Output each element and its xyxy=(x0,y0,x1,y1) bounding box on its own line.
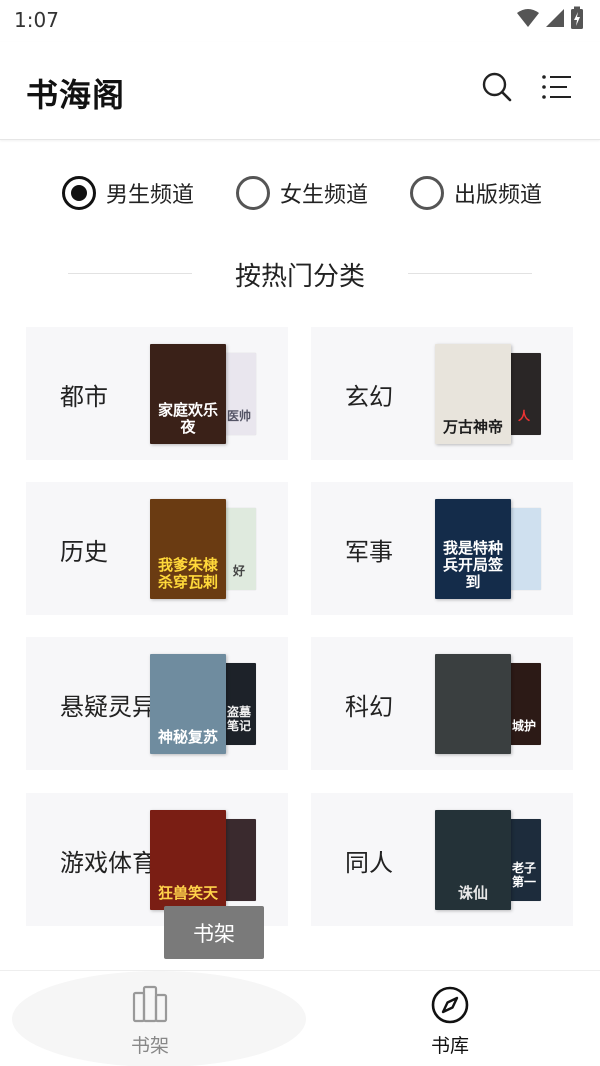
cover-title: 诛仙 xyxy=(457,884,488,902)
category-card-tongren[interactable]: 同人 老子第一 诛仙 xyxy=(311,793,573,926)
book-cover-front: 家庭欢乐夜 xyxy=(150,344,226,444)
app-title: 书海阁 xyxy=(26,76,126,114)
category-label: 都市 xyxy=(60,383,108,411)
category-label: 同人 xyxy=(345,849,393,877)
category-card-xuanyi[interactable]: 悬疑灵异 盗墓笔记 神秘复苏 xyxy=(26,637,288,770)
channel-selector: 男生频道 女生频道 出版频道 xyxy=(0,168,600,218)
cover-title: 好 xyxy=(232,564,245,578)
status-time: 1:07 xyxy=(14,8,59,32)
cover-title: 家庭欢乐夜 xyxy=(157,401,218,436)
section-title: 按热门分类 xyxy=(234,262,365,292)
book-cover-back xyxy=(222,819,256,901)
bookshelf-icon xyxy=(130,985,170,1025)
nav-label: 书库 xyxy=(430,1035,469,1057)
book-cover-back: 盗墓笔记 xyxy=(222,663,256,745)
book-cover-back: 人 xyxy=(507,353,541,435)
divider xyxy=(408,273,532,274)
menu-button[interactable] xyxy=(540,72,574,106)
category-label: 军事 xyxy=(345,538,393,566)
menu-list-icon xyxy=(541,73,573,105)
category-card-junshi[interactable]: 军事 我是特种兵开局签到 xyxy=(311,482,573,615)
category-card-lishi[interactable]: 历史 好 我爹朱棣杀穿瓦剌 xyxy=(26,482,288,615)
book-cover-back: 城护 xyxy=(507,663,541,745)
cover-title: 医帅 xyxy=(226,409,251,423)
wifi-icon xyxy=(516,7,540,33)
battery-charging-icon xyxy=(570,6,584,34)
book-cover-back xyxy=(507,508,541,590)
category-label: 科幻 xyxy=(345,693,393,721)
category-card-xuanhuan[interactable]: 玄幻 人 万古神帝 xyxy=(311,327,573,460)
radio-unchecked-icon[interactable] xyxy=(410,176,444,210)
book-cover-front: 我是特种兵开局签到 xyxy=(435,499,511,599)
nav-label: 书架 xyxy=(130,1035,169,1057)
cover-title: 我是特种兵开局签到 xyxy=(442,539,503,591)
channel-label: 出版频道 xyxy=(454,183,543,208)
cover-title: 万古神帝 xyxy=(442,418,503,436)
tooltip: 书架 xyxy=(164,906,264,959)
channel-label: 女生频道 xyxy=(280,183,369,208)
cover-title: 狂兽笑天 xyxy=(157,884,218,902)
cover-title: 盗墓笔记 xyxy=(226,705,251,733)
book-cover-front: 万古神帝 xyxy=(435,344,511,444)
category-label: 历史 xyxy=(60,538,108,566)
cover-title: 城护 xyxy=(511,719,536,733)
signal-icon xyxy=(544,7,566,33)
section-heading: 按热门分类 xyxy=(0,252,600,296)
divider xyxy=(68,273,192,274)
nav-item-bookshelf[interactable]: 书架 xyxy=(0,971,306,1066)
book-cover-front: 我爹朱棣杀穿瓦剌 xyxy=(150,499,226,599)
category-card-kehuan[interactable]: 科幻 城护 xyxy=(311,637,573,770)
app-header: 书海阁 xyxy=(0,42,600,140)
status-icons xyxy=(516,6,584,34)
status-bar: 1:07 xyxy=(0,0,600,42)
cover-title: 人 xyxy=(517,409,530,423)
book-cover-back: 好 xyxy=(222,508,256,590)
category-card-dushi[interactable]: 都市 医帅 家庭欢乐夜 xyxy=(26,327,288,460)
book-cover-front: 狂兽笑天 xyxy=(150,810,226,910)
search-button[interactable] xyxy=(480,72,514,106)
book-cover-front: 诛仙 xyxy=(435,810,511,910)
book-cover-back: 医帅 xyxy=(222,353,256,435)
channel-female[interactable]: 女生频道 xyxy=(236,176,368,210)
radio-checked-icon[interactable] xyxy=(62,176,96,210)
channel-publish[interactable]: 出版频道 xyxy=(410,176,542,210)
category-label: 悬疑灵异 xyxy=(60,693,156,721)
category-label: 玄幻 xyxy=(345,383,393,411)
cover-title: 我爹朱棣杀穿瓦剌 xyxy=(157,556,218,591)
search-icon xyxy=(481,71,513,107)
category-label: 游戏体育 xyxy=(60,849,156,877)
radio-unchecked-icon[interactable] xyxy=(236,176,270,210)
channel-label: 男生频道 xyxy=(106,183,195,208)
book-cover-back: 老子第一 xyxy=(507,819,541,901)
cover-title: 神秘复苏 xyxy=(157,728,218,746)
channel-male[interactable]: 男生频道 xyxy=(62,176,194,210)
compass-icon xyxy=(430,985,470,1025)
book-cover-front xyxy=(435,654,511,754)
cover-title: 老子第一 xyxy=(511,861,536,889)
bottom-nav: 书架 书库 xyxy=(0,970,600,1066)
nav-item-library[interactable]: 书库 xyxy=(300,971,600,1066)
book-cover-front: 神秘复苏 xyxy=(150,654,226,754)
